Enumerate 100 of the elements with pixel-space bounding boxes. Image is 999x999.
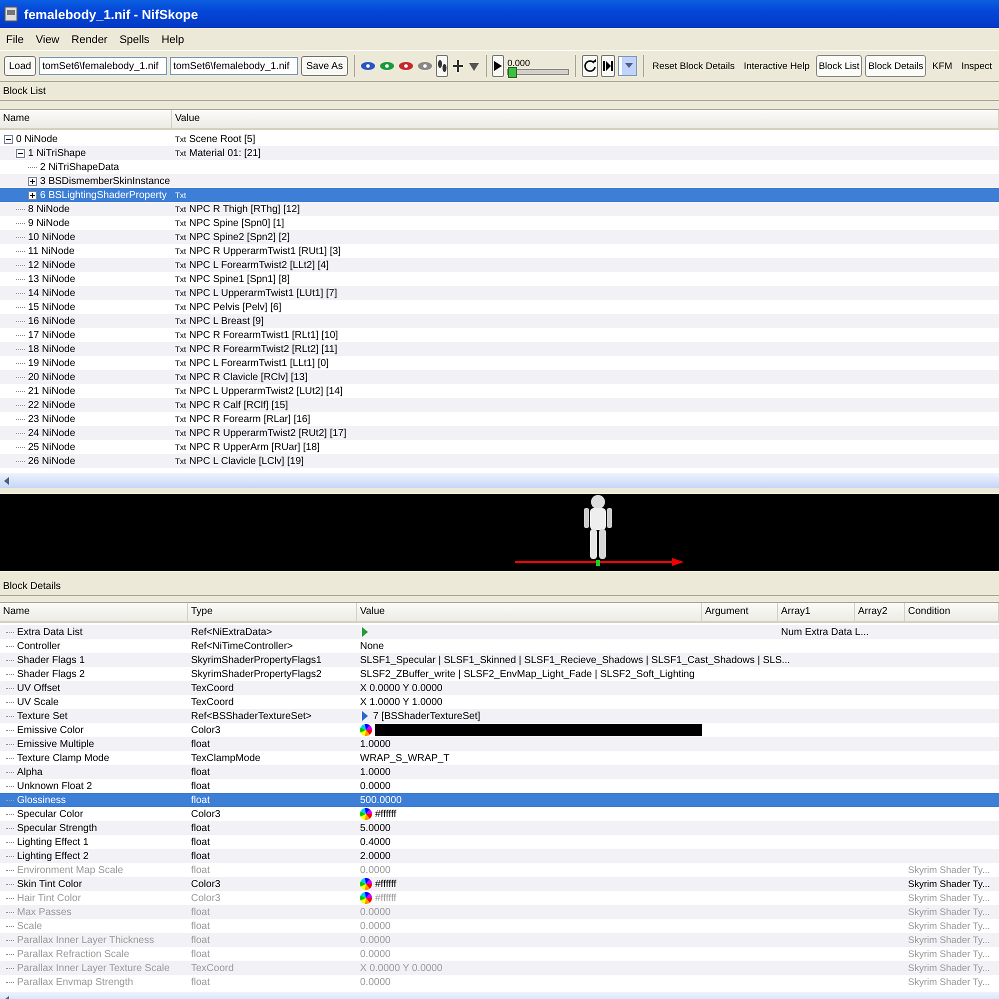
file-path-field[interactable]: tomSet6\femalebody_1.nif [170,57,298,75]
toolbar-button[interactable]: Reset Block Details [649,55,738,77]
menu-item[interactable]: Render [67,33,112,47]
field-value: SLSF1_Specular | SLSF1_Skinned | SLSF1_Recieve_Shadows | SLSF1_Cast_Shadows | SLS... [360,654,790,666]
tree-row[interactable]: 3 BSDismemberSkinInstance [0,174,999,188]
field-row[interactable]: Texture Set Ref<BSShaderTextureSet> 7 [BSShaderTextureSet] [0,709,999,723]
field-name: Extra Data List [17,626,83,638]
play-button[interactable] [492,55,504,77]
field-row[interactable]: Lighting Effect 2 float 2.0000 [0,849,999,863]
type-tag: Txt [175,428,186,438]
tree-row[interactable]: 14 NiNode Txt NPC L UpperarmTwist1 [LUt1] [7] [0,286,999,300]
field-value: 0.0000 [360,864,391,876]
tree-row[interactable]: 26 NiNode Txt NPC L Clavicle [LClv] [19] [0,454,999,468]
block-name: 16 NiNode [28,316,76,326]
column-header[interactable]: Value [357,603,702,621]
expander-icon[interactable] [28,176,37,186]
field-value: 7 [BSShaderTextureSet] [373,710,480,722]
column-header[interactable]: Condition [905,603,999,621]
field-value: #ffffff [375,878,396,890]
type-tag: Txt [175,358,186,368]
field-condition: Skyrim Shader Ty... [908,920,990,932]
field-name: Emissive Multiple [17,738,94,750]
slider-thumb[interactable] [508,66,518,78]
field-name: Skin Tint Color [17,878,82,890]
field-name: Shader Flags 2 [17,668,85,680]
load-button[interactable]: Load [4,56,36,76]
tree-row[interactable]: 20 NiNode Txt NPC R Clavicle [RClv] [13] [0,370,999,384]
tree-row[interactable]: 6 BSLightingShaderProperty Txt [0,188,999,202]
block-value: NPC Spine2 [Spn2] [2] [189,232,290,242]
panel-title: Block Details [3,580,61,592]
expander-icon[interactable] [4,134,13,144]
toolbar-button[interactable]: KFM [929,55,956,77]
color-wheel-icon [360,808,372,820]
menu-item[interactable]: Help [157,33,188,47]
type-tag: Txt [175,316,186,326]
block-name: 23 NiNode [28,414,76,424]
type-tag: Txt [175,386,186,396]
menu-item[interactable]: File [2,33,28,47]
horizontal-scrollbar[interactable] [0,472,999,488]
field-type: float [191,850,210,862]
color-wheel-icon [360,878,372,890]
field-row[interactable]: Alpha float 1.0000 [0,765,999,779]
block-name: 26 NiNode [28,456,76,466]
loop-button[interactable] [582,55,598,77]
toolbar-button[interactable]: Interactive Help [740,55,813,77]
block-value: NPC R UpperarmTwist1 [RUt1] [3] [189,246,341,256]
field-condition: Skyrim Shader Ty... [908,934,990,946]
type-tag: Txt [175,400,186,410]
column-header[interactable]: Value [172,110,999,128]
field-type: Color3 [191,724,220,736]
dock-toggle-button[interactable]: Block Details [865,55,926,77]
field-name: UV Scale [17,696,59,708]
animation-dropdown[interactable] [618,56,638,76]
field-type: TexCoord [191,962,234,974]
tree-row[interactable]: 1 NiTriShape Txt Material 01: [21] [0,146,999,160]
tree-row[interactable]: 12 NiNode Txt NPC L ForearmTwist2 [LLt2] [4] [0,258,999,272]
block-name: 24 NiNode [28,428,76,438]
type-tag: Txt [175,372,186,382]
block-name: 12 NiNode [28,260,76,270]
column-header[interactable]: Name [0,603,188,621]
column-header[interactable]: Argument [702,603,778,621]
block-value: NPC L ForearmTwist2 [LLt2] [4] [189,260,329,270]
save-as-button[interactable]: Save As [301,56,348,76]
field-name: Unknown Float 2 [17,780,92,792]
toolbar-button[interactable]: Inspect [958,55,995,77]
tree-row[interactable]: 8 NiNode Txt NPC R Thigh [RThg] [12] [0,202,999,216]
field-type: float [191,794,210,806]
tree-row[interactable]: 22 NiNode Txt NPC R Calf [RClf] [15] [0,398,999,412]
tree-row[interactable]: 16 NiNode Txt NPC L Breast [9] [0,314,999,328]
block-name: 13 NiNode [28,274,76,284]
tree-row[interactable]: 10 NiNode Txt NPC Spine2 [Spn2] [2] [0,230,999,244]
column-header[interactable]: Type [188,603,357,621]
menu-item[interactable]: View [32,33,64,47]
link-icon [360,626,370,638]
tree-row[interactable]: 18 NiNode Txt NPC R ForearmTwist2 [RLt2] [11] [0,342,999,356]
block-name: 3 BSDismemberSkinInstance [40,176,170,186]
field-row[interactable]: Specular Strength float 5.0000 [0,821,999,835]
field-row[interactable]: Skin Tint Color Color3 #ffffff Skyrim Shader Ty... [0,877,999,891]
field-type: float [191,738,210,750]
tree-row[interactable]: 24 NiNode Txt NPC R UpperarmTwist2 [RUt2] [17] [0,426,999,440]
field-row[interactable]: UV Offset TexCoord X 0.0000 Y 0.0000 [0,681,999,695]
block-name: 11 NiNode [28,246,75,256]
field-type: float [191,976,210,988]
type-tag: Txt [175,232,186,242]
column-header[interactable]: Name [0,110,172,128]
field-type: TexCoord [191,682,234,694]
menu-item[interactable]: Spells [115,33,154,47]
field-row[interactable]: Emissive Multiple float 1.0000 [0,737,999,751]
block-value: NPC Spine [Spn0] [1] [189,218,284,228]
expander-icon[interactable] [16,148,25,158]
field-row[interactable]: Glossiness float 500.0000 [0,793,999,807]
dock-toggle-button[interactable]: Block List [816,55,862,77]
field-name: Texture Clamp Mode [17,752,110,764]
expander-icon[interactable] [28,190,37,200]
field-row[interactable]: Shader Flags 1 SkyrimShaderPropertyFlags1 SLSF1_Specular | SLSF1_Skinned | SLSF1_Recieve_Shadows | SLSF1_Cast_Shadows | SLS... [0,653,999,667]
column-header[interactable]: Array2 [855,603,905,621]
field-name: Controller [17,640,60,652]
field-row[interactable]: Extra Data List Ref<NiExtraData> Num Extra Data L... [0,625,999,639]
column-header[interactable]: Array1 [778,603,855,621]
file-path-field[interactable]: tomSet6\femalebody_1.nif [39,57,168,75]
